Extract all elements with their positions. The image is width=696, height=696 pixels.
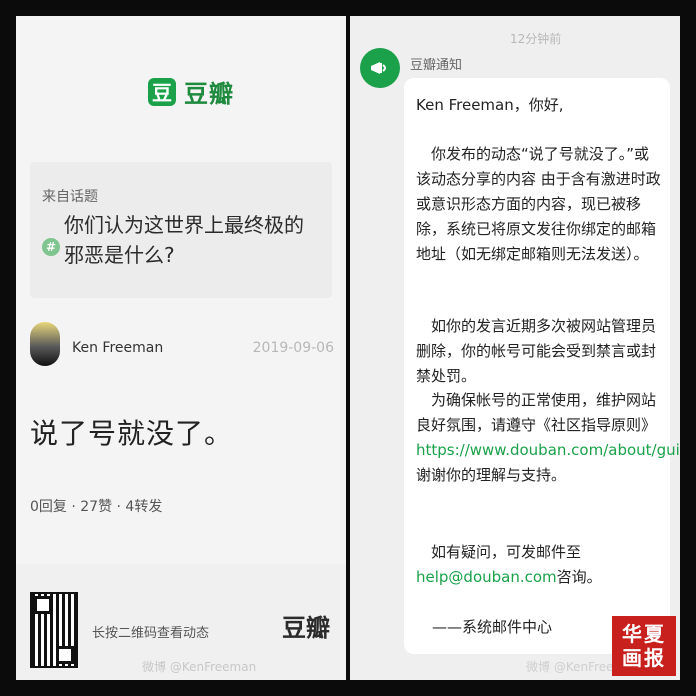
screenshot-frame: 豆 豆瓣 来自话题 # 你们认为这世界上最终极的邪恶是什么? Ken Freem… xyxy=(0,0,696,696)
megaphone-icon xyxy=(360,48,400,88)
notification-panel: 12分钟前 豆瓣通知 Ken Freeman，你好, 你发布的动态“说了号就没了… xyxy=(350,16,680,680)
message-greeting: Ken Freeman，你好, xyxy=(416,96,564,114)
message-paragraph-warning: 如你的发言近期多次被网站管理员删除，你的帐号可能会受到禁言或封禁处罚。 xyxy=(416,317,657,385)
topic-title[interactable]: 你们认为这世界上最终极的邪恶是什么? xyxy=(64,210,322,270)
douban-logo: 豆 豆瓣 xyxy=(148,74,234,109)
qr-code-icon[interactable] xyxy=(30,592,78,668)
contact-text: 如有疑问，可发邮件至 xyxy=(431,543,582,561)
message-paragraph-contact: 如有疑问，可发邮件至 help@douban.com咨询。 xyxy=(416,540,664,590)
post-share-card: 豆 豆瓣 来自话题 # 你们认为这世界上最终极的邪恶是什么? Ken Freem… xyxy=(16,16,346,680)
post-date: 2019-09-06 xyxy=(252,340,334,356)
avatar[interactable] xyxy=(30,322,60,366)
watermark: 微博 @KenFreeman xyxy=(142,660,257,674)
guidelines-text: 为确保帐号的正常使用，维护网站良好氛围，请遵守《社区指导原则》 xyxy=(416,391,657,434)
publisher-stamp-logo: 华夏 画报 xyxy=(612,616,676,676)
topic-source-label: 来自话题 xyxy=(42,189,98,205)
post-stats: 0回复 · 27赞 · 4转发 xyxy=(30,499,163,515)
notification-sender: 豆瓣通知 xyxy=(410,58,463,73)
douban-logo-mark: 豆 xyxy=(148,77,176,106)
message-paragraph-removed: 你发布的动态“说了号就没了。”或该动态分享的内容 由于含有激进时政或意识形态方面… xyxy=(416,145,661,263)
message-timestamp: 12分钟前 xyxy=(510,32,562,46)
guidelines-link[interactable]: https://www.douban.com/about/guideline xyxy=(416,441,680,459)
notification-message: Ken Freeman，你好, 你发布的动态“说了号就没了。”或该动态分享的内容… xyxy=(404,78,680,654)
post-text: 说了号就没了。 xyxy=(30,417,234,450)
stamp-line-1: 华夏 xyxy=(622,622,666,646)
message-signature: ——系统邮件中心 xyxy=(432,618,553,636)
message-paragraph-guidelines: 为确保帐号的正常使用，维护网站良好氛围，请遵守《社区指导原则》 https://w… xyxy=(416,388,680,488)
help-email-link[interactable]: help@douban.com xyxy=(416,568,557,586)
author-row: Ken Freeman 2019-09-06 xyxy=(30,322,334,370)
author-name[interactable]: Ken Freeman xyxy=(72,340,163,356)
stamp-line-2: 画报 xyxy=(622,646,666,670)
qr-hint: 长按二维码查看动态 xyxy=(92,626,210,641)
douban-footer-logo: 豆瓣 xyxy=(282,614,330,642)
contact-suffix: 咨询。 xyxy=(556,568,602,586)
hashtag-icon: # xyxy=(42,238,60,256)
topic-card[interactable]: 来自话题 # 你们认为这世界上最终极的邪恶是什么? xyxy=(30,162,332,298)
douban-logo-text: 豆瓣 xyxy=(184,80,234,108)
